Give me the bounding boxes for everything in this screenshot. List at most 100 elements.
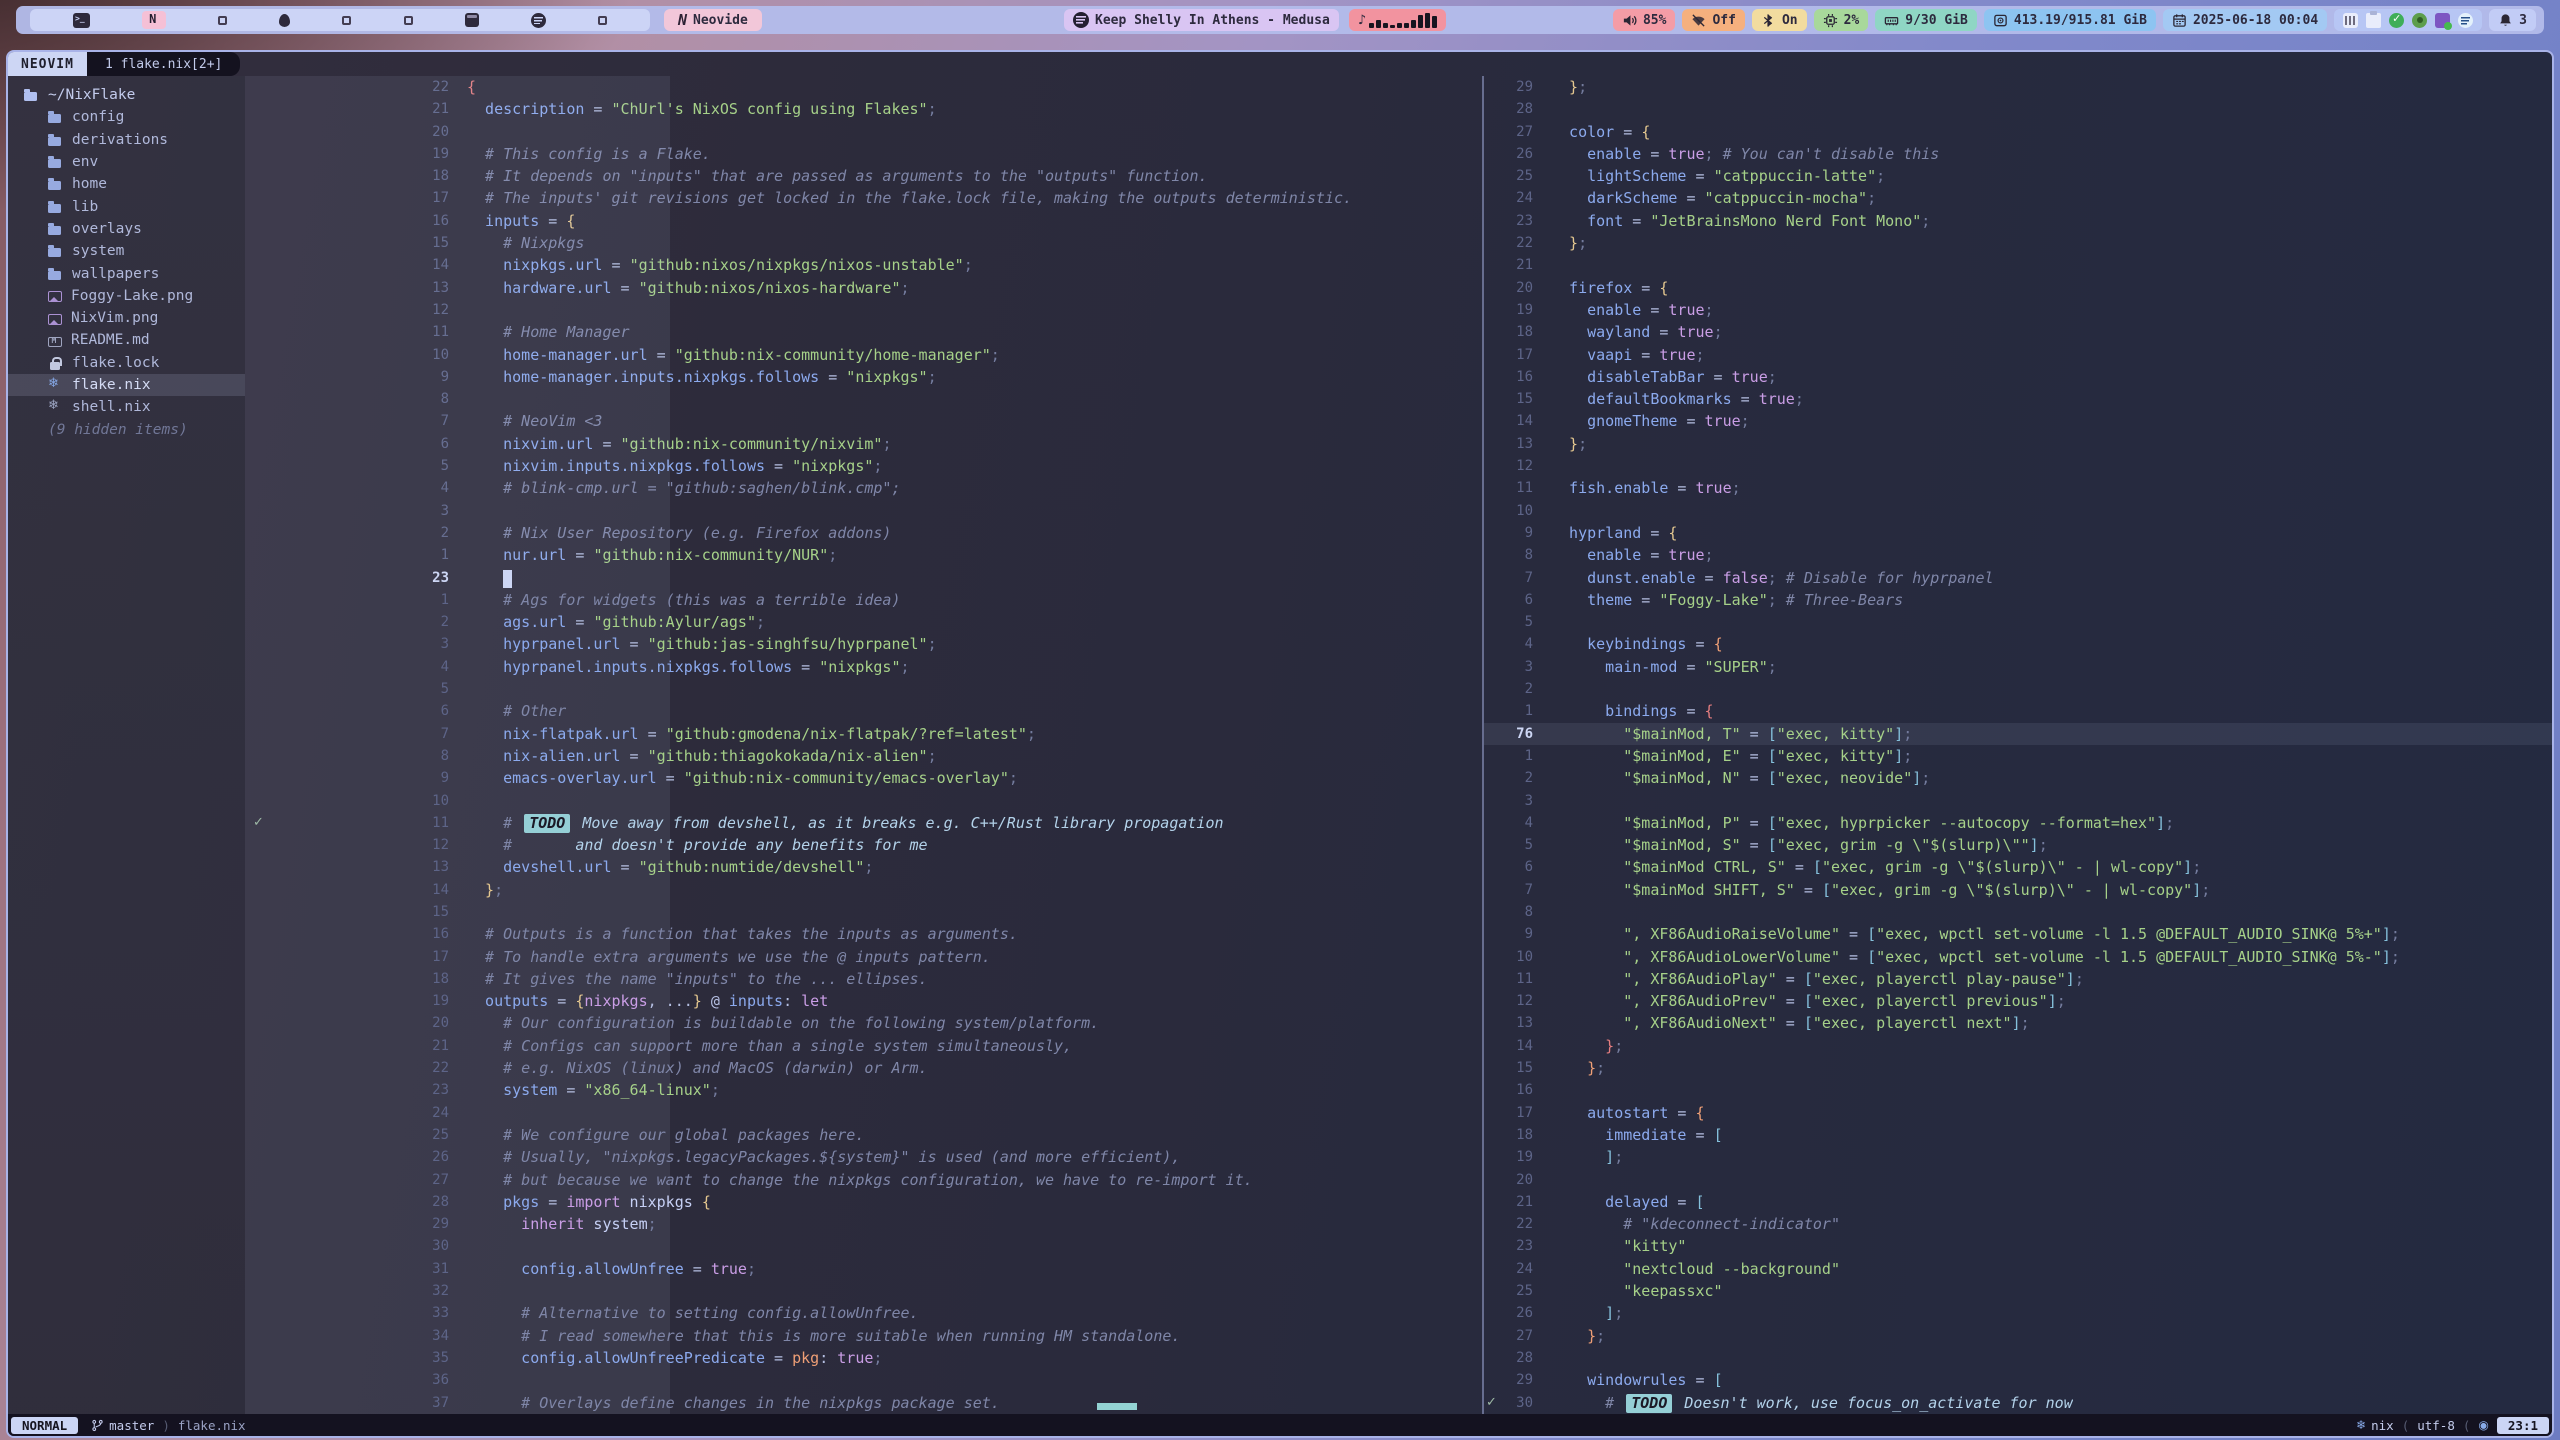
line-number: 18 xyxy=(1516,1124,1551,1146)
workspace-empty-icon[interactable] xyxy=(598,16,607,25)
code-line: 25 "keepassxc" xyxy=(1484,1280,2552,1302)
code-line: 9 hyprland = { xyxy=(1484,522,2552,544)
disk-widget[interactable]: 413.19/915.81 GiB xyxy=(1984,9,2156,31)
code-line: 25 lightScheme = "catppuccin-latte"; xyxy=(1484,165,2552,187)
scroll-indicator xyxy=(1097,1403,1137,1410)
media-player-widget[interactable]: Keep Shelly In Athens - Medusa xyxy=(1064,9,1339,31)
code-line: 17 vaapi = true; xyxy=(1484,344,2552,366)
line-number: 10 xyxy=(1516,946,1551,968)
code-line: 13 }; xyxy=(1484,433,2552,455)
code-line: 5 xyxy=(245,678,1482,700)
line-number: 34 xyxy=(432,1325,467,1347)
network-widget[interactable]: Off xyxy=(1682,9,1744,31)
code-line: 21 # Configs can support more than a sin… xyxy=(245,1035,1482,1057)
system-tray xyxy=(2334,9,2482,31)
line-number: 20 xyxy=(1516,1169,1551,1191)
code-line: 28 xyxy=(1484,1347,2552,1369)
workspace-terminal-icon[interactable] xyxy=(73,13,90,28)
volume-value: 85% xyxy=(1643,13,1666,28)
neovide-window: NEOVIM 1 flake.nix[2+] ~/NixFlakeconfigd… xyxy=(6,50,2554,1438)
line-number: 7 xyxy=(441,723,467,745)
top-status-bar: N Neovide Keep Shelly In Athens - Medusa… xyxy=(16,6,2544,34)
line-number: 19 xyxy=(432,990,467,1012)
code-line: 14 }; xyxy=(1484,1035,2552,1057)
code-line: 33 # Alternative to setting config.allow… xyxy=(245,1302,1482,1324)
code-line: 20 xyxy=(1484,1169,2552,1191)
code-line: 17 autostart = { xyxy=(1484,1102,2552,1124)
line-number: 37 xyxy=(432,1392,467,1414)
line-number: 8 xyxy=(1525,544,1551,566)
line-number: 7 xyxy=(1525,879,1551,901)
line-number: 1 xyxy=(1525,745,1551,767)
clock-widget[interactable]: 2025-06-18 00:04 xyxy=(2163,9,2327,31)
line-number: 26 xyxy=(432,1146,467,1168)
bluetooth-widget[interactable]: On xyxy=(1752,9,1807,31)
editor-pane-right[interactable]: 29 };2827 color = {26 enable = true; # Y… xyxy=(1484,76,2552,1414)
line-number: 35 xyxy=(432,1347,467,1369)
spotify-tray-icon[interactable] xyxy=(2458,13,2473,28)
line-number: 8 xyxy=(441,745,467,767)
code-line: 1 "$mainMod, E" = ["exec, kitty"]; xyxy=(1484,745,2552,767)
editor-pane-left[interactable]: 22{21 description = "ChUrl's NixOS confi… xyxy=(245,76,1482,1414)
window-title-label: Neovide xyxy=(693,13,748,28)
line-number: 3 xyxy=(441,633,467,655)
line-number: 9 xyxy=(1525,923,1551,945)
tab-buffer-flake-nix[interactable]: 1 flake.nix[2+] xyxy=(87,52,240,76)
workspace-empty-icon[interactable] xyxy=(404,16,413,25)
code-line: 27 # but because we want to change the n… xyxy=(245,1169,1482,1191)
git-branch-icon xyxy=(91,1419,104,1432)
memory-widget[interactable]: 9/30 GiB xyxy=(1875,9,1977,31)
code-line: 16 xyxy=(1484,1079,2552,1101)
line-number: 18 xyxy=(432,968,467,990)
line-number: 15 xyxy=(432,901,467,923)
line-number: 12 xyxy=(1516,455,1551,477)
code-line: 16 # Outputs is a function that takes th… xyxy=(245,923,1482,945)
code-line: 6 "$mainMod CTRL, S" = ["exec, grim -g \… xyxy=(1484,856,2552,878)
code-line: 37 # Overlays define changes in the nixp… xyxy=(245,1392,1482,1414)
music-note-icon: ♪ xyxy=(1358,13,1366,28)
workspace-neovide-icon[interactable] xyxy=(142,11,166,29)
cpu-widget[interactable]: 2% xyxy=(1814,9,1869,31)
code-line: 3 hyprpanel.url = "github:jas-singhfsu/h… xyxy=(245,633,1482,655)
code-line: 76 "$mainMod, T" = ["exec, kitty"]; xyxy=(1484,723,2552,745)
line-number: 10 xyxy=(432,790,467,812)
check-tray-icon[interactable] xyxy=(2389,13,2404,28)
code-line: 4 hyprpanel.inputs.nixpkgs.follows = "ni… xyxy=(245,656,1482,678)
cursor-position: 23:1 xyxy=(2497,1417,2549,1434)
kdeconnect-tray-icon[interactable] xyxy=(2435,13,2450,28)
volume-widget[interactable]: 85% xyxy=(1613,9,1675,31)
tab-neovim-source[interactable]: NEOVIM xyxy=(8,52,87,76)
keepass-tray-icon[interactable] xyxy=(2412,13,2427,28)
nix-filetype-icon: ❄ xyxy=(2356,1418,2366,1432)
line-number: 27 xyxy=(1516,1325,1551,1347)
code-line: 23 "kitty" xyxy=(1484,1235,2552,1257)
line-number: 23 xyxy=(1516,210,1551,232)
workspace-reader-icon[interactable] xyxy=(465,13,479,27)
code-line: 16 disableTabBar = true; xyxy=(1484,366,2552,388)
notifications-widget[interactable]: 3 xyxy=(2489,9,2536,31)
code-line: 1 bindings = { xyxy=(1484,700,2552,722)
cpu-value: 2% xyxy=(1844,13,1860,28)
code-line: 29 inherit system; xyxy=(245,1213,1482,1235)
code-line: 15 xyxy=(245,901,1482,923)
line-number: 23 xyxy=(432,567,467,589)
line-number: 23 xyxy=(432,1079,467,1101)
speaker-icon xyxy=(1622,13,1637,28)
line-number: 13 xyxy=(432,856,467,878)
statusline-filename: flake.nix xyxy=(178,1418,246,1433)
keyboard-tray-icon[interactable] xyxy=(2343,13,2358,28)
window-title: N Neovide xyxy=(664,9,762,31)
code-line: 32 xyxy=(245,1280,1482,1302)
line-number: 4 xyxy=(441,656,467,678)
statusline-encoding: utf-8 xyxy=(2417,1418,2455,1433)
line-number: 22 xyxy=(432,1057,467,1079)
workspace-spotify-icon[interactable] xyxy=(531,13,546,28)
workspace-flame-icon[interactable] xyxy=(279,14,290,27)
code-line: 20 # Our configuration is buildable on t… xyxy=(245,1012,1482,1034)
clipboard-tray-icon[interactable] xyxy=(2366,13,2381,28)
workspace-empty-icon[interactable] xyxy=(218,16,227,25)
line-number: 5 xyxy=(1525,834,1551,856)
code-line: 3 xyxy=(1484,790,2552,812)
workspace-empty-icon[interactable] xyxy=(342,16,351,25)
code-line: 12 # and doesn't provide any benefits fo… xyxy=(245,834,1482,856)
